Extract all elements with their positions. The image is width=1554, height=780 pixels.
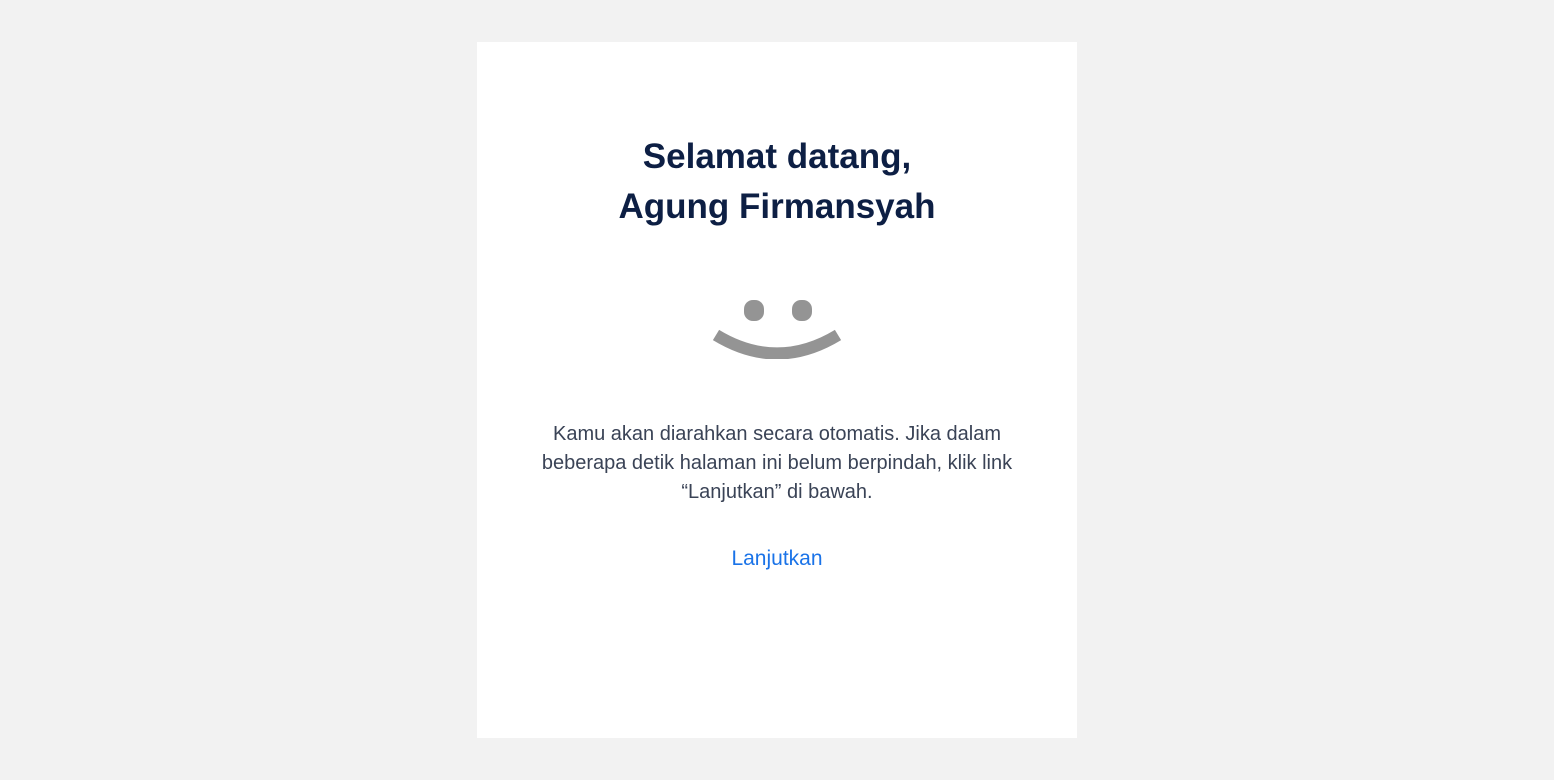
left-eye xyxy=(744,300,764,321)
user-name: Agung Firmansyah xyxy=(618,187,936,226)
welcome-title: Selamat datang, Agung Firmansyah xyxy=(477,132,1077,232)
redirect-message: Kamu akan diarahkan secara otomatis. Jik… xyxy=(541,423,1013,503)
right-eye xyxy=(792,300,812,321)
smile-mouth xyxy=(712,329,842,359)
greeting-text: Selamat datang, xyxy=(642,137,912,176)
smiley-face-icon xyxy=(712,300,842,359)
continue-link[interactable]: Lanjutkan xyxy=(477,544,1077,574)
welcome-card: Selamat datang, Agung Firmansyah Kamu ak… xyxy=(477,42,1077,738)
continue-link-label[interactable]: Lanjutkan xyxy=(731,547,822,570)
